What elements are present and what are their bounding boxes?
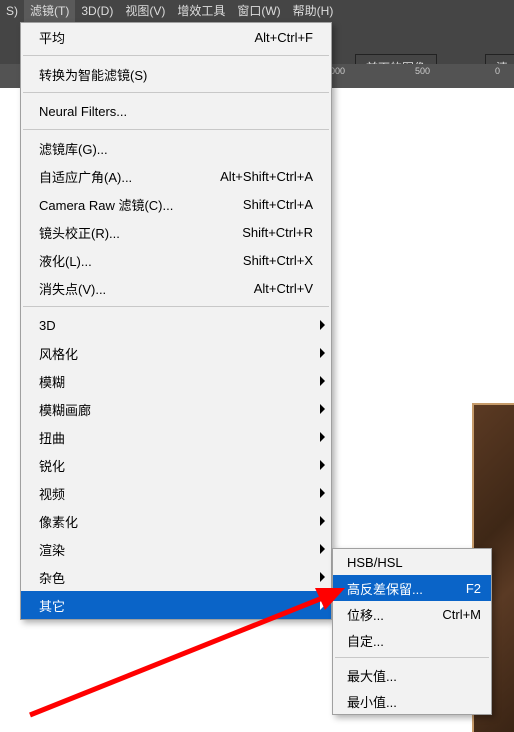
menu-label: 模糊 xyxy=(39,372,313,391)
menu-label: 扭曲 xyxy=(39,428,313,447)
submenu-arrow-icon xyxy=(320,432,325,442)
menu-label: Camera Raw 滤镜(C)... xyxy=(39,195,243,214)
menu-item-group-noise[interactable]: 杂色 xyxy=(21,563,331,591)
submenu-label: 高反差保留... xyxy=(347,579,466,598)
menubar-item-filter[interactable]: 滤镜(T) xyxy=(24,0,75,22)
ruler-tick: 500 xyxy=(415,66,430,76)
menu-item-neural[interactable]: Neural Filters... xyxy=(21,97,331,125)
submenu-item-maximum[interactable]: 最大值... xyxy=(333,662,491,688)
menu-label: 镜头校正(R)... xyxy=(39,223,242,242)
menu-item-vanishing-point[interactable]: 消失点(V)... Alt+Ctrl+V xyxy=(21,274,331,302)
menu-item-convert-smart[interactable]: 转换为智能滤镜(S) xyxy=(21,60,331,88)
menu-shortcut: Alt+Ctrl+V xyxy=(254,281,313,296)
menu-item-group-sharpen[interactable]: 锐化 xyxy=(21,451,331,479)
menu-item-group-blur[interactable]: 模糊 xyxy=(21,367,331,395)
submenu-arrow-icon xyxy=(320,516,325,526)
menubar-item[interactable]: 3D(D) xyxy=(75,0,119,22)
menu-label: 3D xyxy=(39,318,313,333)
menu-shortcut: Shift+Ctrl+R xyxy=(242,225,313,240)
submenu-arrow-icon xyxy=(320,460,325,470)
menubar-item[interactable]: 视图(V) xyxy=(119,0,171,22)
submenu-shortcut: F2 xyxy=(466,581,481,596)
menu-label: 像素化 xyxy=(39,512,313,531)
menu-item-group-pixelate[interactable]: 像素化 xyxy=(21,507,331,535)
submenu-separator xyxy=(335,657,489,658)
menubar: S) 滤镜(T) 3D(D) 视图(V) 增效工具 窗口(W) 帮助(H) xyxy=(0,0,514,22)
menu-label: 其它 xyxy=(39,596,313,615)
submenu-item-custom[interactable]: 自定... xyxy=(333,627,491,653)
submenu-arrow-icon xyxy=(320,572,325,582)
submenu-shortcut: Ctrl+M xyxy=(442,607,481,622)
menu-label: 模糊画廊 xyxy=(39,400,313,419)
filter-menu: 平均 Alt+Ctrl+F 转换为智能滤镜(S) Neural Filters.… xyxy=(20,22,332,620)
menubar-item[interactable]: S) xyxy=(0,0,24,22)
menubar-item[interactable]: 窗口(W) xyxy=(231,0,286,22)
ruler-tick: 0 xyxy=(495,66,500,76)
menu-item-filter-gallery[interactable]: 滤镜库(G)... xyxy=(21,134,331,162)
menu-shortcut: Alt+Ctrl+F xyxy=(254,30,313,45)
submenu-item-high-pass[interactable]: 高反差保留... F2 xyxy=(333,575,491,601)
submenu-label: 最大值... xyxy=(347,666,481,685)
submenu-arrow-icon xyxy=(320,404,325,414)
menu-item-group-3d[interactable]: 3D xyxy=(21,311,331,339)
submenu-arrow-icon xyxy=(320,348,325,358)
menu-separator xyxy=(23,92,329,93)
submenu-item-offset[interactable]: 位移... Ctrl+M xyxy=(333,601,491,627)
menu-label: Neural Filters... xyxy=(39,104,313,119)
menu-separator xyxy=(23,129,329,130)
menu-label: 自适应广角(A)... xyxy=(39,167,220,186)
menubar-item[interactable]: 增效工具 xyxy=(171,0,231,22)
menu-label: 渲染 xyxy=(39,540,313,559)
menu-label: 锐化 xyxy=(39,456,313,475)
menu-item-adaptive-wide[interactable]: 自适应广角(A)... Alt+Shift+Ctrl+A xyxy=(21,162,331,190)
menu-item-group-other[interactable]: 其它 xyxy=(21,591,331,619)
ruler-tick: 000 xyxy=(330,66,345,76)
menu-item-liquify[interactable]: 液化(L)... Shift+Ctrl+X xyxy=(21,246,331,274)
submenu-item-hsb-hsl[interactable]: HSB/HSL xyxy=(333,549,491,575)
menu-label: 消失点(V)... xyxy=(39,279,254,298)
menu-item-group-stylize[interactable]: 风格化 xyxy=(21,339,331,367)
menu-item-camera-raw[interactable]: Camera Raw 滤镜(C)... Shift+Ctrl+A xyxy=(21,190,331,218)
menu-item-group-distort[interactable]: 扭曲 xyxy=(21,423,331,451)
menu-shortcut: Alt+Shift+Ctrl+A xyxy=(220,169,313,184)
menu-label: 滤镜库(G)... xyxy=(39,139,313,158)
menu-label: 转换为智能滤镜(S) xyxy=(39,65,313,84)
menu-separator xyxy=(23,306,329,307)
submenu-label: HSB/HSL xyxy=(347,555,481,570)
menu-label: 杂色 xyxy=(39,568,313,587)
menu-separator xyxy=(23,55,329,56)
menu-label: 液化(L)... xyxy=(39,251,243,270)
submenu-label: 最小值... xyxy=(347,692,481,711)
submenu-item-minimum[interactable]: 最小值... xyxy=(333,688,491,714)
menu-label: 风格化 xyxy=(39,344,313,363)
menu-item-recent[interactable]: 平均 Alt+Ctrl+F xyxy=(21,23,331,51)
menubar-item[interactable]: 帮助(H) xyxy=(287,0,340,22)
submenu-arrow-icon xyxy=(320,600,325,610)
menu-label: 平均 xyxy=(39,28,254,47)
submenu-other: HSB/HSL 高反差保留... F2 位移... Ctrl+M 自定... 最… xyxy=(332,548,492,715)
menu-shortcut: Shift+Ctrl+A xyxy=(243,197,313,212)
submenu-arrow-icon xyxy=(320,320,325,330)
menu-item-group-video[interactable]: 视频 xyxy=(21,479,331,507)
menu-item-lens-correction[interactable]: 镜头校正(R)... Shift+Ctrl+R xyxy=(21,218,331,246)
submenu-label: 位移... xyxy=(347,605,442,624)
menu-item-group-blur-gallery[interactable]: 模糊画廊 xyxy=(21,395,331,423)
menu-item-group-render[interactable]: 渲染 xyxy=(21,535,331,563)
submenu-label: 自定... xyxy=(347,631,481,650)
submenu-arrow-icon xyxy=(320,488,325,498)
submenu-arrow-icon xyxy=(320,376,325,386)
menu-label: 视频 xyxy=(39,484,313,503)
submenu-arrow-icon xyxy=(320,544,325,554)
menu-shortcut: Shift+Ctrl+X xyxy=(243,253,313,268)
